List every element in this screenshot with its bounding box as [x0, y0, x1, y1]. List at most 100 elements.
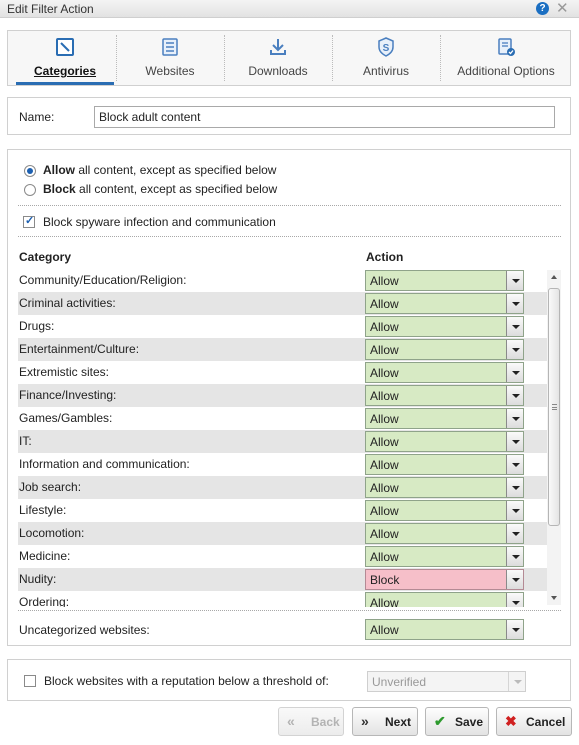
action-select[interactable]: Block [365, 569, 524, 590]
select-value: Allow [370, 458, 399, 472]
action-select[interactable]: Allow [365, 523, 524, 544]
chevron-down-icon[interactable] [506, 340, 523, 359]
scroll-up-icon[interactable] [547, 270, 561, 284]
spyware-checkbox[interactable] [23, 214, 35, 228]
block-option-label[interactable]: Block all content, except as specified b… [43, 182, 277, 196]
chevron-down-icon[interactable] [506, 478, 523, 497]
chevron-down-icon[interactable] [506, 593, 523, 607]
tab-antivirus[interactable]: S Antivirus [334, 31, 438, 85]
action-select[interactable]: Allow [365, 500, 524, 521]
tab-categories[interactable]: Categories [16, 31, 114, 85]
double-chevron-left-icon: « [287, 713, 295, 729]
table-row: Job search: Allow [18, 476, 548, 499]
tab-websites[interactable]: Websites [118, 31, 222, 85]
category-name: Nudity: [19, 572, 57, 586]
table-row: Criminal activities: Allow [18, 292, 548, 315]
chevron-down-icon[interactable] [506, 432, 523, 451]
scroll-down-icon[interactable] [547, 591, 561, 605]
category-name: Extremistic sites: [19, 365, 110, 379]
tab-label: Downloads [248, 64, 308, 78]
select-value: Allow [370, 274, 399, 288]
chevron-down-icon[interactable] [506, 501, 523, 520]
action-select[interactable]: Allow [365, 454, 524, 475]
chevron-down-icon[interactable] [506, 524, 523, 543]
table-row: Medicine: Allow [18, 545, 548, 568]
next-button[interactable]: » Next [352, 707, 418, 736]
block-radio[interactable] [24, 184, 36, 196]
select-value: Allow [370, 343, 399, 357]
name-panel: Name: Block adult content [7, 97, 571, 135]
table-row: Nudity: Block [18, 568, 548, 591]
chevron-down-icon[interactable] [506, 271, 523, 290]
chevron-down-icon[interactable] [506, 620, 523, 639]
help-icon[interactable]: ? [536, 2, 549, 15]
antivirus-icon: S [378, 37, 394, 57]
checkmark-icon: ✔ [434, 713, 446, 729]
allow-option-label[interactable]: Allow all content, except as specified b… [43, 163, 276, 177]
table-row: Information and communication: Allow [18, 453, 548, 476]
chevron-down-icon[interactable] [506, 570, 523, 589]
close-icon[interactable]: ✕ [556, 0, 569, 17]
chevron-down-icon[interactable] [506, 294, 523, 313]
category-name: Criminal activities: [19, 296, 116, 310]
allow-radio[interactable] [24, 165, 36, 177]
reputation-panel: Block websites with a reputation below a… [7, 659, 571, 701]
cancel-button-label: Cancel [526, 715, 566, 729]
cancel-button[interactable]: ✖ Cancel [496, 707, 572, 736]
tab-downloads[interactable]: Downloads [226, 31, 330, 85]
name-label: Name: [19, 110, 55, 124]
action-select[interactable]: Allow [365, 546, 524, 567]
name-input[interactable]: Block adult content [94, 106, 555, 128]
save-button[interactable]: ✔ Save [425, 707, 489, 736]
spyware-label[interactable]: Block spyware infection and communicatio… [43, 215, 276, 229]
select-value: Allow [370, 435, 399, 449]
table-row: Games/Gambles: Allow [18, 407, 548, 430]
select-value: Allow [370, 550, 399, 564]
action-select[interactable]: Allow [365, 431, 524, 452]
table-row: Drugs: Allow [18, 315, 548, 338]
uncategorized-action-select[interactable]: Allow [365, 619, 524, 640]
scroll-thumb[interactable] [548, 288, 560, 526]
uncategorized-label: Uncategorized websites: [19, 623, 150, 637]
additional-options-icon [498, 38, 515, 56]
reputation-checkbox[interactable] [24, 675, 36, 687]
action-select[interactable]: Allow [365, 270, 524, 291]
action-select[interactable]: Allow [365, 477, 524, 498]
reputation-label[interactable]: Block websites with a reputation below a… [44, 674, 329, 688]
action-select[interactable]: Allow [365, 362, 524, 383]
back-button: « Back [278, 707, 344, 736]
chevron-down-icon[interactable] [506, 409, 523, 428]
category-name: Games/Gambles: [19, 411, 113, 425]
action-select[interactable]: Allow [365, 339, 524, 360]
chevron-down-icon[interactable] [506, 363, 523, 382]
table-row: Extremistic sites: Allow [18, 361, 548, 384]
category-name: Information and communication: [19, 457, 190, 471]
x-icon: ✖ [505, 713, 517, 729]
reputation-threshold-select: Unverified [367, 671, 526, 692]
select-value: Allow [370, 527, 399, 541]
chevron-down-icon[interactable] [506, 547, 523, 566]
table-row: IT: Allow [18, 430, 548, 453]
table-row: Community/Education/Religion: Allow [18, 269, 548, 292]
select-value: Allow [370, 320, 399, 334]
downloads-icon [270, 39, 286, 55]
category-name: Community/Education/Religion: [19, 273, 187, 287]
select-value: Allow [370, 389, 399, 403]
action-header: Action [366, 250, 404, 264]
category-name: Medicine: [19, 549, 71, 563]
chevron-down-icon[interactable] [506, 317, 523, 336]
chevron-down-icon[interactable] [506, 455, 523, 474]
chevron-down-icon[interactable] [506, 386, 523, 405]
table-row: Ordering: Allow [18, 591, 548, 607]
categories-icon [56, 38, 74, 56]
tab-bar: Categories Websites Downloads S Antiviru… [7, 30, 571, 86]
action-select[interactable]: Allow [365, 408, 524, 429]
table-row: Entertainment/Culture: Allow [18, 338, 548, 361]
action-select[interactable]: Allow [365, 316, 524, 337]
action-select[interactable]: Allow [365, 592, 524, 607]
category-scrollbar[interactable] [547, 270, 561, 605]
action-select[interactable]: Allow [365, 385, 524, 406]
category-name: Finance/Investing: [19, 388, 117, 402]
action-select[interactable]: Allow [365, 293, 524, 314]
tab-additional-options[interactable]: Additional Options [442, 31, 570, 85]
